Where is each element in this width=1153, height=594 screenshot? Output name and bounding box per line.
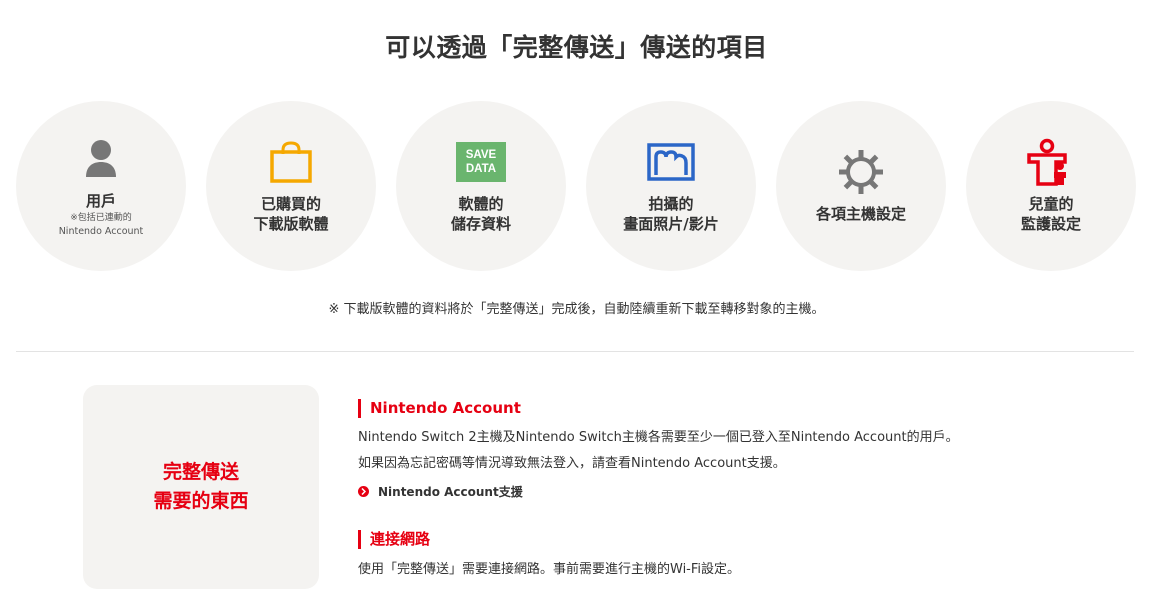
item-user: 用戶 ※包括已連動的 Nintendo Account <box>16 101 186 271</box>
item-label: 兒童的 <box>1028 195 1074 213</box>
item-label: 監護設定 <box>1020 215 1081 233</box>
item-label: 用戶 <box>85 191 116 210</box>
album-icon <box>641 138 701 186</box>
save-data-icon: SAVE DATA <box>451 138 511 186</box>
divider <box>16 351 1134 352</box>
item-label: 各項主機設定 <box>815 205 906 223</box>
section-text: 如果因為忘記密碼等情況導致無法登入，請查看Nintendo Account支援。 <box>358 456 786 471</box>
item-label: 畫面照片/影片 <box>623 215 719 233</box>
item-note: ※包括已連動的 <box>70 212 132 223</box>
requirements-title-line-1: 完整傳送 <box>162 461 239 483</box>
item-label: 軟體的 <box>458 195 504 213</box>
transfer-items-list: 用戶 ※包括已連動的 Nintendo Account 已購買的 下載版軟體 S… <box>16 101 1136 271</box>
download-footnote: ※ 下載版軟體的資料將於「完整傳送」完成後，自動陸續重新下載至轉移對象的主機。 <box>328 302 825 317</box>
section-heading: Nintendo Account <box>358 399 1138 418</box>
page-title: 可以透過「完整傳送」傳送的項目 <box>385 33 768 62</box>
link-label[interactable]: Nintendo Account支援 <box>378 483 523 500</box>
data-text: DATA <box>466 163 496 175</box>
item-label: 已購買的 <box>260 195 321 213</box>
section-internet: 連接網路 使用「完整傳送」需要連接網路。事前需要進行主機的Wi-Fi設定。 <box>358 530 1138 583</box>
item-note: Nintendo Account <box>58 225 144 237</box>
requirements-title-line-2: 需要的東西 <box>153 490 249 512</box>
requirements-box: 完整傳送 需要的東西 <box>83 385 319 589</box>
item-system-settings: 各項主機設定 <box>776 101 946 271</box>
section-nintendo-account: Nintendo Account Nintendo Switch 2主機及Nin… <box>358 399 1138 500</box>
chevron-right-icon <box>358 486 369 497</box>
item-parental-controls: 兒童的 監護設定 <box>966 101 1136 271</box>
save-text: SAVE <box>466 149 497 161</box>
nintendo-account-support-link[interactable]: Nintendo Account支援 <box>358 483 1138 500</box>
item-purchased-software: 已購買的 下載版軟體 <box>206 101 376 271</box>
item-label: 下載版軟體 <box>253 215 329 233</box>
section-heading: 連接網路 <box>358 530 1138 549</box>
item-save-data: SAVE DATA 軟體的 儲存資料 <box>396 101 566 271</box>
gear-icon <box>831 148 891 196</box>
shopping-bag-icon <box>261 138 321 186</box>
user-icon <box>71 135 131 183</box>
section-text: Nintendo Switch 2主機及Nintendo Switch主機各需要… <box>358 430 959 445</box>
item-screenshots: 拍攝的 畫面照片/影片 <box>586 101 756 271</box>
section-text: 使用「完整傳送」需要連接網路。事前需要進行主機的Wi-Fi設定。 <box>358 562 741 577</box>
item-label: 拍攝的 <box>648 195 694 213</box>
parental-controls-icon <box>1021 138 1081 186</box>
item-label: 儲存資料 <box>450 215 511 233</box>
